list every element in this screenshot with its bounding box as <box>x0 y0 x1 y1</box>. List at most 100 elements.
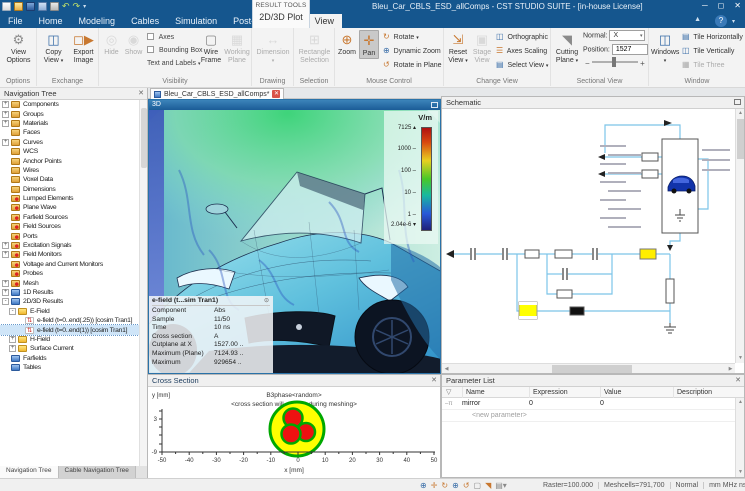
tab-simulation[interactable]: Simulation <box>167 14 225 28</box>
undo-icon[interactable]: ↶ <box>62 2 70 11</box>
tree-item[interactable]: +Ports <box>0 231 139 240</box>
tree-expand-toggle[interactable]: + <box>9 345 16 352</box>
axes-checkbox[interactable] <box>147 33 154 40</box>
tree-item[interactable]: -E-Field <box>0 307 139 316</box>
normal-select[interactable]: X ▾ <box>609 30 645 41</box>
tab-cables[interactable]: Cables <box>123 14 167 28</box>
tree-expand-toggle[interactable]: + <box>2 280 9 287</box>
tree-item[interactable]: +Field Monitors <box>0 250 139 259</box>
copy-view-button[interactable]: ◫ Copy View ▾ <box>39 30 68 65</box>
zoom-button[interactable]: ⊕ Zoom <box>337 30 357 57</box>
axes-scaling-button[interactable]: ☰ Axes Scaling <box>496 45 547 57</box>
tree-expand-toggle[interactable]: + <box>2 111 9 118</box>
tree-item[interactable]: +1D Results <box>0 288 139 297</box>
print-icon[interactable] <box>50 2 59 11</box>
tile-three-button[interactable]: ▦ Tile Three <box>682 59 725 71</box>
slider-thumb[interactable] <box>612 57 616 67</box>
tab-view[interactable]: View <box>307 14 342 28</box>
status-frame-icon[interactable]: ▢ <box>474 481 482 490</box>
pin-icon[interactable]: ⊙ <box>264 297 269 304</box>
tree-item[interactable]: +⇅e-field (t=0..end(1)) [cosim Tran1] <box>0 325 139 334</box>
cutting-plane-button[interactable]: ◥ Cutting Plane ▾ <box>553 30 581 65</box>
qat-dropdown-icon[interactable]: ▾ <box>83 3 86 10</box>
rectangle-selection-button[interactable]: ⊞ Rectangle Selection <box>297 30 332 65</box>
bounding-box-checkbox-row[interactable]: Bounding Box <box>147 45 203 56</box>
tree-expand-toggle[interactable]: + <box>9 336 16 343</box>
schematic-vertical-scrollbar[interactable]: ▲▼ <box>735 109 744 363</box>
position-input[interactable] <box>612 44 648 55</box>
tree-expand-toggle[interactable]: + <box>2 251 9 258</box>
parameter-column-expression[interactable]: Expression <box>529 387 568 398</box>
schematic-maximize-icon[interactable] <box>734 99 741 105</box>
schematic-canvas[interactable] <box>442 109 735 359</box>
tree-item[interactable]: +Voltage and Current Monitors <box>0 260 139 269</box>
tree-item[interactable]: +H-Field <box>0 335 139 344</box>
tree-item[interactable]: +Plane Wave <box>0 203 139 212</box>
status-zoom-icon[interactable]: ⊕ <box>420 481 427 490</box>
reset-view-button[interactable]: ⇲ Reset View ▾ <box>446 30 470 65</box>
pan-button[interactable]: ✛ Pan <box>359 30 379 59</box>
parameter-column-value[interactable]: Value <box>600 387 621 398</box>
tree-item[interactable]: +WCS <box>0 147 139 156</box>
parameter-list-scrollbar[interactable]: ▲▼ <box>735 398 744 477</box>
save-icon[interactable] <box>26 2 35 11</box>
tree-item[interactable]: +Lumped Elements <box>0 194 139 203</box>
navigation-tree-close-icon[interactable]: ✕ <box>138 89 144 97</box>
tree-item[interactable]: +Tables <box>0 363 139 372</box>
rotate-in-plane-button[interactable]: ↺ Rotate in Plane <box>383 59 442 71</box>
new-parameter-row[interactable]: <new parameter> <box>442 410 744 422</box>
tab-2d3d-plot[interactable]: 2D/3D Plot <box>253 9 309 22</box>
view-options-button[interactable]: ⚙ View Options <box>2 30 35 65</box>
filter-icon[interactable]: ▽ <box>446 388 451 396</box>
rotate-button[interactable]: ↻ Rotate ▾ <box>383 31 419 43</box>
status-dynamic-zoom-icon[interactable]: ⊕ <box>452 481 459 490</box>
status-pan-icon[interactable]: ✛ <box>431 481 438 490</box>
tree-item[interactable]: -2D/3D Results <box>0 297 139 306</box>
navigation-tree-scrollbar[interactable] <box>139 100 147 466</box>
tree-item[interactable]: +Probes <box>0 269 139 278</box>
tab-file[interactable]: File <box>0 14 31 28</box>
tree-item[interactable]: +Dimensions <box>0 185 139 194</box>
tree-item[interactable]: +Curves <box>0 138 139 147</box>
tree-item[interactable]: +Farfields <box>0 354 139 363</box>
parameter-row[interactable]: ‒πmirror00 <box>442 398 744 410</box>
status-rotate-icon[interactable]: ↻ <box>441 481 448 490</box>
tree-item[interactable]: +Anchor Points <box>0 156 139 165</box>
minimize-button[interactable]: ─ <box>702 1 708 10</box>
axes-checkbox-row[interactable]: Axes <box>147 32 174 43</box>
3d-maximize-icon[interactable] <box>431 102 438 108</box>
tree-item[interactable]: +Faces <box>0 128 139 137</box>
dimension-button[interactable]: ↔ Dimension ▾ <box>255 30 291 65</box>
status-rotate-in-plane-icon[interactable]: ↺ <box>463 481 470 490</box>
status-cutting-plane-icon[interactable]: ◥ <box>485 481 491 490</box>
parameter-column-description[interactable]: Description <box>673 387 712 398</box>
orthographic-button[interactable]: ◫ Orthographic <box>496 31 548 43</box>
bottom-tab-navigation-tree[interactable]: Navigation Tree <box>0 466 59 478</box>
status-select-view-icon[interactable]: ▤▾ <box>495 481 507 490</box>
show-button[interactable]: ◉ Show <box>123 30 144 57</box>
stage-view-button[interactable]: ▣ Stage View <box>471 30 493 65</box>
working-plane-button[interactable]: ▦ Working Plane <box>223 30 251 65</box>
tree-item[interactable]: +Farfield Sources <box>0 213 139 222</box>
tree-expand-toggle[interactable]: + <box>2 289 9 296</box>
tree-item[interactable]: +Groups <box>0 109 139 118</box>
tree-expand-toggle[interactable]: + <box>2 242 9 249</box>
tree-item[interactable]: +Wires <box>0 166 139 175</box>
tree-item[interactable]: +Field Sources <box>0 222 139 231</box>
tree-expand-toggle[interactable]: - <box>2 298 9 305</box>
tree-expand-toggle[interactable]: - <box>9 308 16 315</box>
help-icon[interactable]: ? <box>715 15 727 27</box>
document-tab[interactable]: Bleu_Car_CBLS_ESD_allComps* ✕ <box>150 88 284 99</box>
schematic-horizontal-scrollbar[interactable]: ◀▶ <box>442 363 735 373</box>
tile-horizontally-button[interactable]: ▤ Tile Horizontally <box>682 31 743 43</box>
parameter-list-close-icon[interactable]: ✕ <box>735 376 741 384</box>
maximize-button[interactable]: ◻ <box>718 1 725 10</box>
tile-vertically-button[interactable]: ◫ Tile Vertically <box>682 45 734 57</box>
tree-item[interactable]: +Materials <box>0 119 139 128</box>
tree-item[interactable]: +⇅e-field (t=0..end(.25)) [cosim Tran1] <box>0 316 139 325</box>
tree-expand-toggle[interactable]: + <box>2 139 9 146</box>
redo-icon[interactable]: ↷ <box>73 2 81 11</box>
copy-icon[interactable] <box>38 2 47 11</box>
tree-item[interactable]: +Excitation Signals <box>0 241 139 250</box>
document-close-icon[interactable]: ✕ <box>272 90 280 98</box>
